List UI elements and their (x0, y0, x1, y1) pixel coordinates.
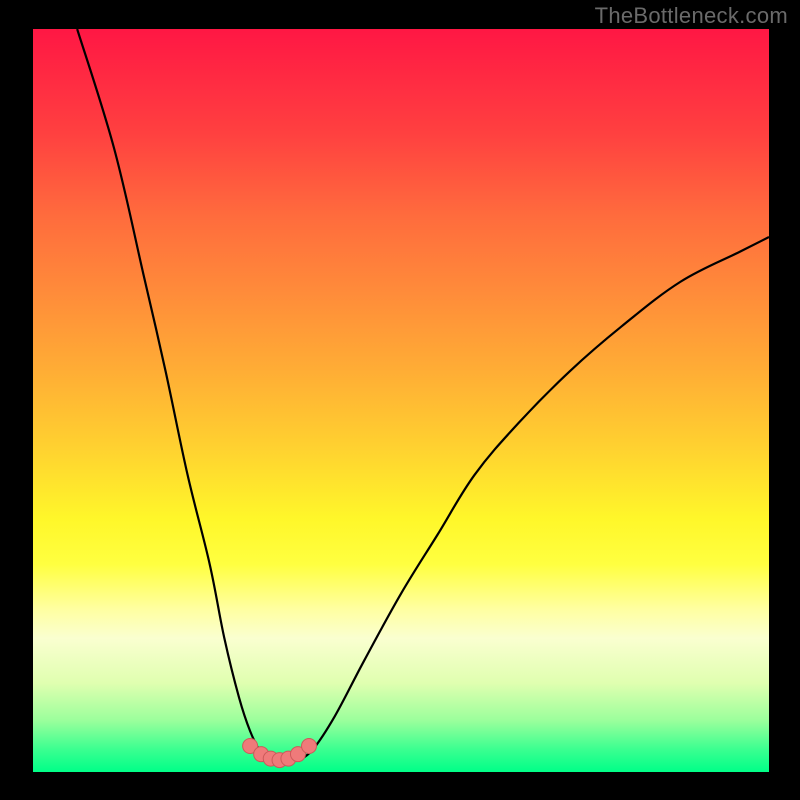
watermark-label: TheBottleneck.com (595, 3, 788, 29)
left-curve (77, 29, 268, 761)
chart-frame: TheBottleneck.com (0, 0, 800, 800)
chart-svg (33, 29, 769, 772)
right-curve (298, 237, 769, 761)
bottom-dot (302, 738, 317, 753)
plot-area (33, 29, 769, 772)
bottom-dots-group (243, 738, 317, 767)
